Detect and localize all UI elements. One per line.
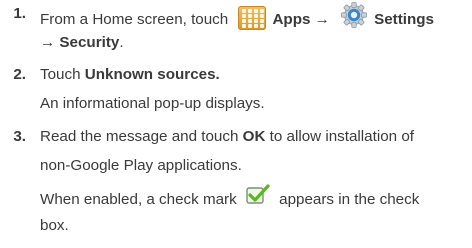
step-3-line-2: non-Google Play applications. [40,157,242,174]
step-text: Touch [40,66,85,83]
step-text: From a Home screen, touch [40,11,233,29]
step-text-suffix: to allow installation of [265,128,415,145]
settings-gear-icon [340,2,368,34]
step-number: 1. [13,5,26,22]
checkmark-box-icon [245,184,271,212]
arrow: → [310,11,335,29]
step-text: When enabled, a check mark [40,191,241,209]
step-2-line-2: An informational pop-up displays. [40,95,265,112]
step-3-line-3: When enabled, a check mark appears in th… [40,184,420,214]
apps-grid-icon [238,6,267,30]
step-text: Read the message and touch [40,128,243,145]
step-1-line-2: → Security. [40,33,124,53]
period: . [119,34,124,51]
settings-label: Settings [374,11,434,29]
apps-label: Apps [272,11,311,29]
ok-label: OK [242,128,266,145]
step-number: 3. [13,128,26,145]
unknown-sources-label: Unknown sources. [84,66,220,83]
step-text-suffix: appears in the check [274,191,420,209]
step-3-line-4: box. [40,217,69,234]
step-number: 2. [13,66,26,83]
security-label: → Security [40,34,120,51]
